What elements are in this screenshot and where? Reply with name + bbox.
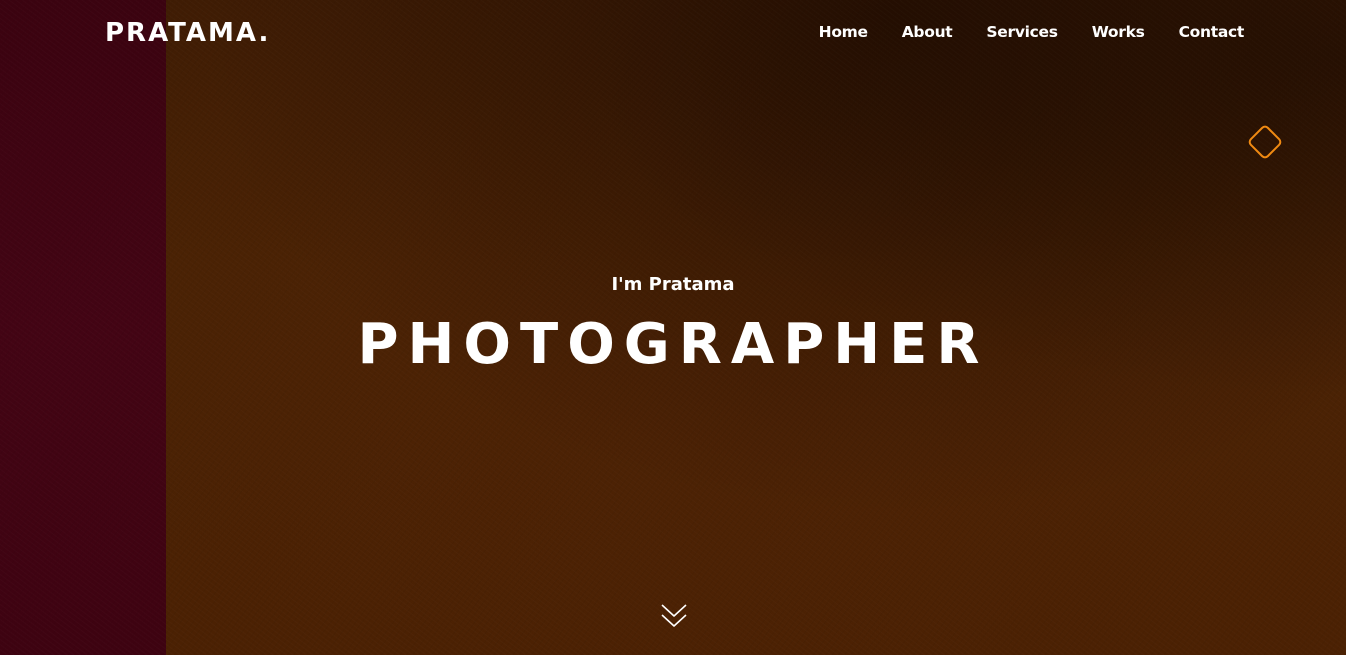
nav-item-home: Home xyxy=(819,20,868,44)
nav-item-contact: Contact xyxy=(1179,20,1245,44)
diamond-outline-icon xyxy=(1246,123,1284,161)
nav-item-works: Works xyxy=(1092,20,1145,44)
chevron-double-down-icon[interactable] xyxy=(661,603,687,631)
site-logo[interactable]: PRATAMA. xyxy=(105,16,270,50)
hero-intro: I'm Pratama xyxy=(611,274,735,295)
main-navigation: Home About Services Works Contact xyxy=(819,20,1245,44)
nav-item-services: Services xyxy=(986,20,1058,44)
chevron-double-down-svg xyxy=(661,604,687,627)
nav-link-services[interactable]: Services xyxy=(986,23,1058,41)
nav-link-home[interactable]: Home xyxy=(819,23,868,41)
hero-section: PRATAMA. Home About Services Works Conta… xyxy=(0,0,1346,655)
hero-title: PHOTOGRAPHER xyxy=(357,312,989,377)
nav-item-about: About xyxy=(902,20,953,44)
nav-link-about[interactable]: About xyxy=(902,23,953,41)
nav-link-works[interactable]: Works xyxy=(1092,23,1145,41)
nav-link-contact[interactable]: Contact xyxy=(1179,23,1245,41)
